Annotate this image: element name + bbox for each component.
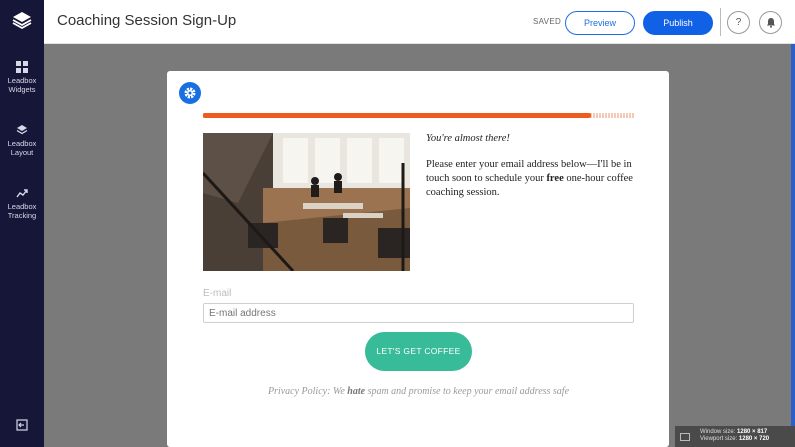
notifications-button[interactable] — [759, 11, 782, 34]
top-bar: Coaching Session Sign-Up SAVED Preview P… — [44, 0, 795, 44]
window-size-row: Window size: 1280 × 817 — [700, 429, 790, 436]
viewport-size-row: Viewport size: 1280 × 720 — [700, 436, 790, 443]
email-label: E-mail — [203, 288, 232, 299]
sidebar-item-tracking[interactable]: Leadbox Tracking — [0, 187, 44, 220]
viewport-size-value: 1280 × 720 — [738, 436, 770, 442]
preview-button[interactable]: Preview — [565, 11, 635, 35]
coffee-shop-photo — [203, 133, 410, 271]
sidebar-item-label: Leadbox — [7, 139, 37, 148]
layers-icon — [16, 125, 28, 135]
progress-bar — [203, 113, 634, 118]
scroll-edge — [791, 44, 795, 447]
leadpages-logo-icon[interactable] — [12, 10, 32, 30]
sidebar-item-label: Layout — [10, 148, 34, 157]
privacy-part: Privacy Policy: We — [267, 386, 348, 397]
bell-icon — [766, 18, 775, 28]
sidebar-item-label: Leadbox — [7, 202, 37, 211]
page-title[interactable]: Coaching Session Sign-Up — [57, 12, 236, 29]
sidebar-item-label: Widgets — [8, 85, 36, 94]
window-size-label: Window size: — [700, 429, 736, 435]
publish-button[interactable]: Publish — [643, 11, 713, 35]
help-button[interactable]: ? — [727, 11, 750, 34]
sidebar-item-label: Tracking — [7, 211, 37, 220]
privacy-bold: hate — [347, 386, 366, 397]
submit-button[interactable]: LET'S GET COFFEE — [365, 332, 472, 371]
viewport-size-label: Viewport size: — [700, 436, 738, 442]
privacy-policy-text[interactable]: Privacy Policy: We hate spam and promise… — [203, 386, 634, 397]
privacy-part: spam and promise to keep your email addr… — [365, 386, 570, 397]
settings-button[interactable] — [179, 82, 201, 104]
grid-icon — [16, 61, 28, 73]
sidebar-item-layout[interactable]: Leadbox Layout — [0, 124, 44, 157]
divider — [720, 8, 721, 36]
headline[interactable]: You're almost there! — [426, 132, 638, 146]
gear-icon — [184, 87, 196, 99]
progress-fill — [203, 113, 591, 118]
photo-illustration — [203, 133, 410, 271]
body-text[interactable]: Please enter your email address below—I'… — [426, 158, 638, 200]
sidebar: Leadbox Widgets Leadbox Layout Leadbox T… — [0, 0, 44, 447]
leadbox-copy: You're almost there! Please enter your e… — [426, 132, 638, 200]
keyboard-icon — [680, 433, 690, 441]
leadbox-card: You're almost there! Please enter your e… — [167, 71, 669, 447]
exit-icon[interactable] — [16, 419, 28, 431]
sidebar-item-label: Leadbox — [7, 76, 37, 85]
body-text-bold: free — [546, 173, 564, 184]
trend-icon — [16, 189, 28, 198]
window-size-value: 1280 × 817 — [737, 429, 768, 435]
email-input[interactable] — [203, 303, 634, 323]
window-size-overlay: Window size: 1280 × 817 Viewport size: 1… — [675, 426, 795, 447]
save-status: SAVED — [533, 17, 562, 26]
sidebar-item-widgets[interactable]: Leadbox Widgets — [0, 61, 44, 94]
